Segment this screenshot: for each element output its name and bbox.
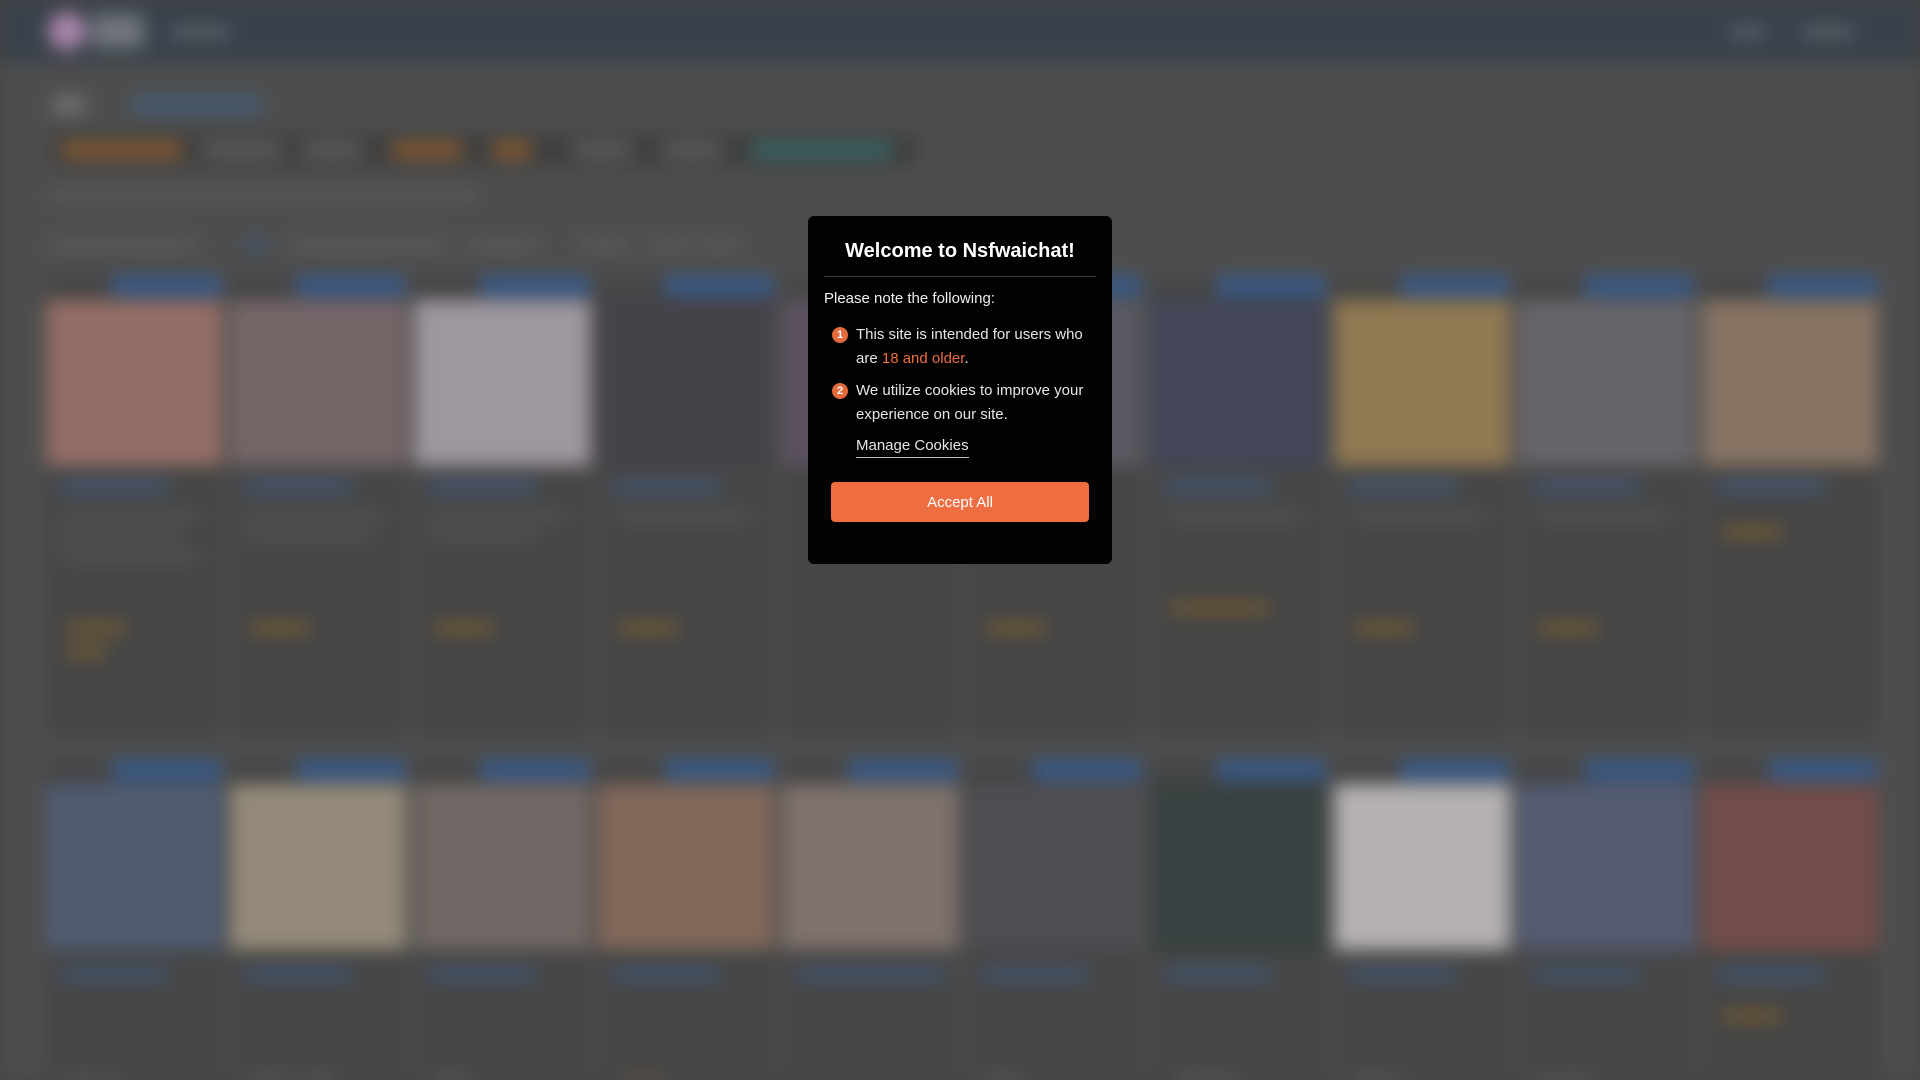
modal-note: Please note the following:	[824, 290, 995, 307]
notice-item-cookies: 2 We utilize cookies to improve your exp…	[824, 379, 1096, 427]
age-cookie-modal: Welcome to Nsfwaichat! Please note the f…	[808, 216, 1112, 564]
number-badge-icon: 2	[832, 383, 848, 399]
age-highlight: 18 and older	[881, 350, 965, 367]
modal-divider	[824, 276, 1096, 277]
notice-text-end: .	[964, 350, 969, 367]
number-badge-icon: 1	[832, 327, 848, 343]
accept-all-button[interactable]: Accept All	[831, 482, 1089, 522]
manage-cookies-link[interactable]: Manage Cookies	[856, 437, 969, 458]
notice-text: We utilize cookies to improve your exper…	[856, 382, 1084, 423]
notice-item-age: 1 This site is intended for users who ar…	[824, 323, 1096, 371]
page: ct him; he... under the shell? clothes..…	[0, 0, 1920, 1080]
modal-title: Welcome to Nsfwaichat!	[845, 240, 1075, 262]
